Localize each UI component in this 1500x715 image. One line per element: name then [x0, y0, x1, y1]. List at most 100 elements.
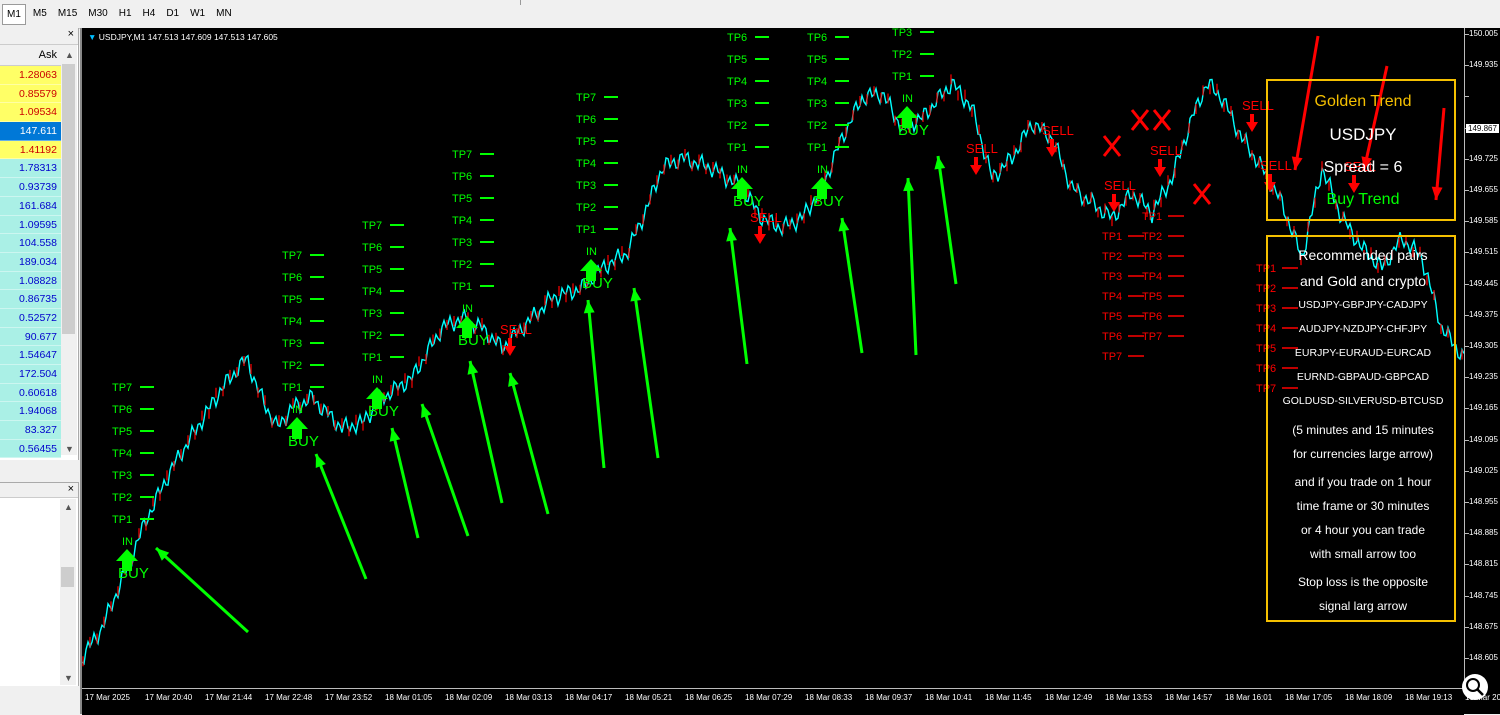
close-icon[interactable]: × [68, 483, 74, 495]
market-watch-row[interactable]: 1.41192 [0, 140, 61, 160]
price-tick [1465, 96, 1469, 98]
market-watch-row[interactable]: 1.94068 [0, 402, 61, 422]
market-watch-row[interactable]: 0.93739 [0, 178, 61, 197]
market-watch-row[interactable]: 189.034 [0, 252, 61, 272]
time-label: 17 Mar 23:52 [325, 693, 373, 702]
price-label: 148.885 [1469, 528, 1498, 538]
market-watch-header: × [0, 28, 78, 45]
market-watch-scroll-thumb[interactable] [62, 64, 75, 334]
buy-signal-3-tp: TP2 [362, 330, 382, 342]
buy-signal-6-tp: TP3 [727, 98, 747, 110]
buy-signal-5-tp: TP6 [576, 114, 596, 126]
market-watch-row[interactable]: 0.52572 [0, 308, 61, 328]
time-label: 18 Mar 12:49 [1045, 693, 1093, 702]
timeframe-h4[interactable]: H4 [139, 4, 160, 23]
market-watch-row[interactable]: 172.504 [0, 365, 61, 384]
pointer-arrow-head [630, 288, 642, 302]
sell-tp-group-2-tp: TP1 [1142, 211, 1162, 223]
recommendation-line: or 4 hour you can trade [1300, 523, 1426, 537]
recommendation-line: EURJPY-EURAUD-EURCAD [1294, 347, 1432, 359]
market-watch-row[interactable]: 0.56455 [0, 439, 61, 459]
timeframe-h1[interactable]: H1 [115, 4, 136, 23]
market-watch-row[interactable]: 90.677 [0, 327, 61, 347]
buy-signal-2-tp: TP5 [282, 294, 302, 306]
market-watch-row[interactable]: 161.684 [0, 196, 61, 216]
market-watch-row[interactable]: 0.86735 [0, 290, 61, 309]
buy-signal-1-tp: TP4 [112, 448, 132, 460]
sell-tp-group-1-tp: TP5 [1102, 311, 1122, 323]
buy-signal-7-in: IN [817, 164, 828, 176]
buy-signal-8-tp: TP2 [892, 49, 912, 61]
price-chart[interactable]: TP1 TP2 TP3 TP4 TP5 TP6 TP7 IN BUY TP1 TP2 TP3 TP4 TP… [82, 28, 1464, 688]
buy-signal-2-tp: TP6 [282, 272, 302, 284]
buy-signal-7-tp: TP2 [807, 120, 827, 132]
time-axis[interactable]: 17 Mar 2025 17 Mar 20:40 17 Mar 21:44 17 Ma… [82, 688, 1500, 715]
market-watch-row[interactable]: 83.327 [0, 421, 61, 440]
time-label: 18 Mar 10:41 [925, 693, 973, 702]
sell-signal-4-label: SELL [1042, 123, 1074, 138]
navigator-scroll-thumb[interactable] [61, 567, 74, 587]
time-label: 17 Mar 21:44 [205, 693, 253, 702]
market-watch-row[interactable]: 1.28063 [0, 66, 61, 85]
timeframe-m15[interactable]: M15 [54, 4, 81, 23]
pointer-arrow [728, 227, 749, 365]
buy-signal-4-tp: TP7 [452, 149, 472, 161]
close-icon[interactable]: × [68, 28, 74, 40]
buy-signal-5-in: IN [586, 246, 597, 258]
buy-signal-4-tp: TP6 [452, 171, 472, 183]
scroll-up-icon[interactable]: ▲ [64, 502, 73, 512]
recommendation-line: time frame or 30 minutes [1296, 499, 1430, 513]
market-watch-row[interactable]: 1.54647 [0, 346, 61, 365]
buy-signal-3-in: IN [372, 374, 383, 386]
time-label: 18 Mar 01:05 [385, 693, 433, 702]
buy-signal-5-tp: TP3 [576, 180, 596, 192]
price-label: 148.955 [1469, 497, 1498, 506]
buy-signal-7-label: BUY [813, 193, 844, 210]
market-watch-row[interactable]: 0.60618 [0, 383, 61, 403]
ask-column-header[interactable]: Ask [0, 45, 61, 66]
buy-signal-6-in: IN [737, 164, 748, 176]
market-watch-row[interactable]: 0.85579 [0, 84, 61, 104]
market-watch-row[interactable]: 147.611 [0, 122, 61, 141]
buy-signal-6-tp: TP5 [727, 54, 747, 66]
market-watch-rows: 1.28063 0.85579 1.09534 147.611 1.41192 1.783… [0, 66, 61, 459]
buy-signal-2-label: BUY [288, 433, 319, 450]
price-label: 149.445 [1469, 278, 1498, 288]
time-label: 18 Mar 11:45 [985, 693, 1032, 702]
market-watch-row[interactable]: 1.09534 [0, 103, 61, 123]
buy-signal-4-tp: TP5 [452, 193, 472, 205]
navigator-panel: × ▲ ▼ [0, 482, 79, 687]
pointer-arrow [420, 403, 470, 537]
price-label: 149.935 [1469, 60, 1498, 70]
panel-spread: Spread = 6 [1323, 159, 1403, 176]
scroll-down-icon[interactable]: ▼ [65, 444, 74, 454]
magnifier-icon[interactable] [1462, 674, 1488, 700]
sell-signal-5-arrow-icon [1108, 194, 1120, 212]
chart-title: ▼ USDJPY,M1 147.513 147.609 147.513 147.… [88, 32, 278, 42]
timeframe-mn[interactable]: MN [212, 4, 236, 23]
chart-window[interactable]: TP1 TP2 TP3 TP4 TP5 TP6 TP7 IN BUY TP1 TP2 TP3 TP4 TP… [80, 28, 1500, 715]
market-watch-row[interactable]: 104.558 [0, 234, 61, 253]
scroll-up-icon[interactable]: ▲ [65, 50, 74, 60]
chart-menu-icon[interactable]: ▼ [88, 32, 96, 42]
timeframe-m30[interactable]: M30 [84, 4, 111, 23]
buy-signal-8-tp: TP1 [892, 71, 912, 83]
market-watch-row[interactable]: 1.08828 [0, 271, 61, 291]
timeframe-m1[interactable]: M1 [2, 4, 26, 25]
market-watch-row[interactable]: 1.78313 [0, 159, 61, 179]
market-watch-row[interactable]: 1.09595 [0, 215, 61, 235]
price-label: 149.515 [1469, 247, 1498, 257]
timeframe-d1[interactable]: D1 [162, 4, 183, 23]
recommendation-line: Recommended pairs [1298, 247, 1428, 263]
recommendation-line: Stop loss is the opposite [1297, 575, 1429, 589]
scroll-down-icon[interactable]: ▼ [64, 673, 73, 683]
navigator-scrollbar[interactable] [60, 499, 76, 685]
buy-signal-1-tp: TP5 [112, 426, 132, 438]
timeframe-m5[interactable]: M5 [29, 4, 51, 23]
recommendation-line: AUDJPY-NZDJPY-CHFJPY [1298, 323, 1428, 335]
price-label: 149.025 [1469, 465, 1498, 475]
price-axis[interactable]: 150.005149.935149.795149.725149.655149.5… [1464, 28, 1500, 688]
pointer-arrow [936, 155, 958, 285]
buy-signal-2-in: IN [292, 404, 303, 416]
timeframe-w1[interactable]: W1 [186, 4, 209, 23]
